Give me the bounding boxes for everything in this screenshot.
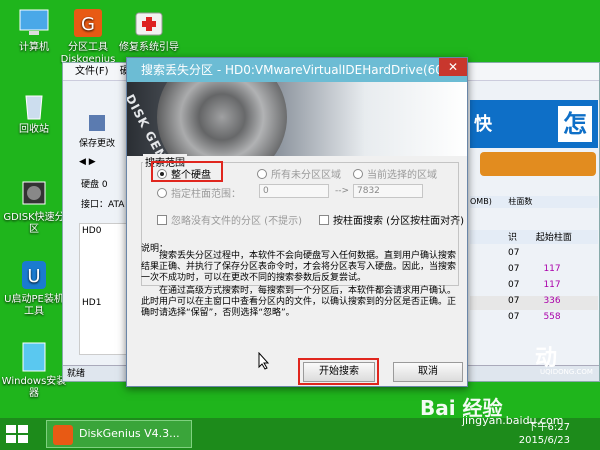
banner-char: 快: [474, 114, 492, 135]
radio-selected-area[interactable]: 当前选择的区域: [353, 166, 437, 181]
table-header-2: 识 起始柱面: [470, 230, 598, 244]
mouse-cursor-icon: [258, 352, 270, 370]
table-row[interactable]: 07 117: [470, 264, 598, 278]
cell: 336: [543, 296, 561, 306]
diskgenius-desktop-icon[interactable]: G 分区工具 Diskgenius: [58, 6, 118, 66]
dialog-titlebar[interactable]: 搜索丢失分区 - HD0:VMwareVirtualIDEHardDrive(6…: [127, 58, 467, 82]
table-row[interactable]: 07 558: [470, 312, 598, 326]
uqidong-desktop-icon[interactable]: U U启动PE装机工具: [0, 258, 68, 318]
cell: 07: [508, 280, 520, 290]
cell: 117: [543, 280, 561, 290]
chk-ignore-empty[interactable]: 忽略没有文件的分区 (不提示): [157, 212, 302, 227]
col-header: 柱面数: [508, 197, 533, 206]
cell: 07: [508, 264, 520, 274]
radio-label: 所有未分区区域: [271, 170, 341, 181]
back-forward-buttons[interactable]: ◀ ▶: [79, 157, 96, 167]
save-changes-button[interactable]: 保存更改: [77, 113, 117, 149]
cell: 117: [543, 264, 561, 274]
monitor-icon: [17, 6, 51, 40]
cell: 558: [543, 312, 561, 322]
save-changes-label: 保存更改: [78, 139, 115, 149]
hard-disk-platter-icon: [157, 82, 287, 156]
gdisk-desktop-icon[interactable]: GDISK快速分区: [0, 176, 68, 236]
radio-unpartitioned[interactable]: 所有未分区区域: [257, 166, 341, 181]
radio-dot-icon: [257, 168, 267, 179]
diskgenius-icon: G: [71, 6, 105, 40]
u-icon: U: [17, 258, 51, 292]
radio-dot-icon: [353, 168, 363, 179]
radio-cylinder-range[interactable]: 指定柱面范围：: [157, 185, 241, 200]
taskbar-item-diskgenius[interactable]: DiskGenius V4.3...: [46, 420, 192, 448]
first-aid-icon: [132, 6, 166, 40]
recycle-bin-desktop-icon[interactable]: 回收站: [4, 88, 64, 136]
recycle-bin-icon: [17, 88, 51, 122]
highlight-box: [298, 358, 379, 385]
disk-tree[interactable]: HD0 HD1: [79, 223, 127, 355]
repair-boot-desktop-icon[interactable]: 修复系统引导: [116, 6, 182, 54]
close-button[interactable]: ✕: [439, 58, 467, 76]
icon-label: GDISK快速分区: [3, 212, 65, 235]
computer-desktop-icon[interactable]: 计算机: [4, 6, 64, 54]
icon-label: 修复系统引导: [119, 42, 179, 53]
table-header-1: OMB) 柱面数: [470, 196, 598, 208]
baidu-url: jingyan.baidu.com: [462, 414, 564, 427]
table-row[interactable]: 07 336: [470, 296, 598, 310]
uqidong-logo-sub: UQIDONG.COM: [540, 368, 593, 376]
windows-installer-desktop-icon[interactable]: Windows安装器: [0, 340, 68, 400]
note-paragraph-2: 在通过高级方式搜索时，每搜索到一个分区后，本软件都会请求用户确认。此时用户可以在…: [141, 286, 457, 318]
cell: 07: [508, 312, 520, 322]
windows-logo-icon: [6, 425, 28, 443]
checkbox-label: 忽略没有文件的分区 (不提示): [171, 216, 302, 227]
chk-cylinder-search[interactable]: 按柱面搜索 (分区按柱面对齐): [319, 212, 464, 227]
radio-label: 指定柱面范围：: [171, 189, 241, 200]
svg-text:G: G: [81, 14, 95, 35]
svg-text:U: U: [27, 266, 40, 287]
desktop: 计算机 G 分区工具 Diskgenius 修复系统引导 回收站 GDISK快速…: [0, 0, 600, 450]
right-banner: 快 怎: [470, 100, 598, 148]
tree-item-hd0[interactable]: HD0: [82, 226, 124, 236]
highlight-box: [151, 161, 223, 182]
tree-item-hd1[interactable]: HD1: [82, 298, 124, 308]
clock-date: 2015/6/23: [518, 435, 570, 446]
task-label: DiskGenius V4.3...: [79, 427, 180, 440]
start-button[interactable]: [6, 425, 28, 443]
interface-label: 接口：ATA: [81, 200, 125, 210]
cell: 07: [508, 248, 520, 258]
radio-label: 当前选择的区域: [367, 170, 437, 181]
cell: 07: [508, 296, 520, 306]
checkbox-label: 按柱面搜索 (分区按柱面对齐): [333, 216, 464, 227]
diskgenius-icon: [53, 425, 73, 445]
cancel-button[interactable]: 取消: [393, 362, 463, 382]
icon-label: Windows安装器: [1, 376, 67, 399]
status-text: 就绪: [67, 369, 86, 379]
radio-dot-icon: [157, 187, 167, 198]
icon-label: 回收站: [19, 124, 49, 135]
note-paragraph-1: 搜索丢失分区过程中，本软件不会向硬盘写入任何数据。直到用户确认搜索结果正确、并执…: [141, 251, 457, 283]
checkbox-icon: [157, 214, 167, 225]
save-icon: [89, 115, 105, 131]
banner-char-box: 怎: [558, 106, 592, 142]
col-header: 起始柱面: [535, 233, 572, 243]
col-header: 识: [508, 233, 518, 243]
range-arrow: -->: [335, 186, 350, 196]
icon-label: U启动PE装机工具: [4, 294, 64, 317]
checkbox-icon: [319, 214, 329, 225]
icon-label: 计算机: [19, 42, 49, 53]
table-row[interactable]: 07 117: [470, 280, 598, 294]
table-row[interactable]: 07: [470, 248, 598, 262]
installer-box-icon: [17, 340, 51, 374]
dialog-header-banner: DISK GENIUS: [127, 82, 467, 156]
disk-label: 硬盘 0: [81, 180, 108, 190]
search-lost-partition-dialog: 搜索丢失分区 - HD0:VMwareVirtualIDEHardDrive(6…: [126, 57, 468, 387]
disk-bar[interactable]: [480, 152, 596, 176]
dialog-title: 搜索丢失分区 - HD0:VMwareVirtualIDEHardDrive(6…: [141, 63, 466, 77]
gdisk-icon: [17, 176, 51, 210]
menu-file[interactable]: 文件(F): [75, 66, 109, 77]
cylinder-to-input[interactable]: 7832: [353, 184, 423, 198]
col-header: OMB): [470, 197, 492, 206]
cylinder-from-input[interactable]: 0: [259, 184, 329, 198]
